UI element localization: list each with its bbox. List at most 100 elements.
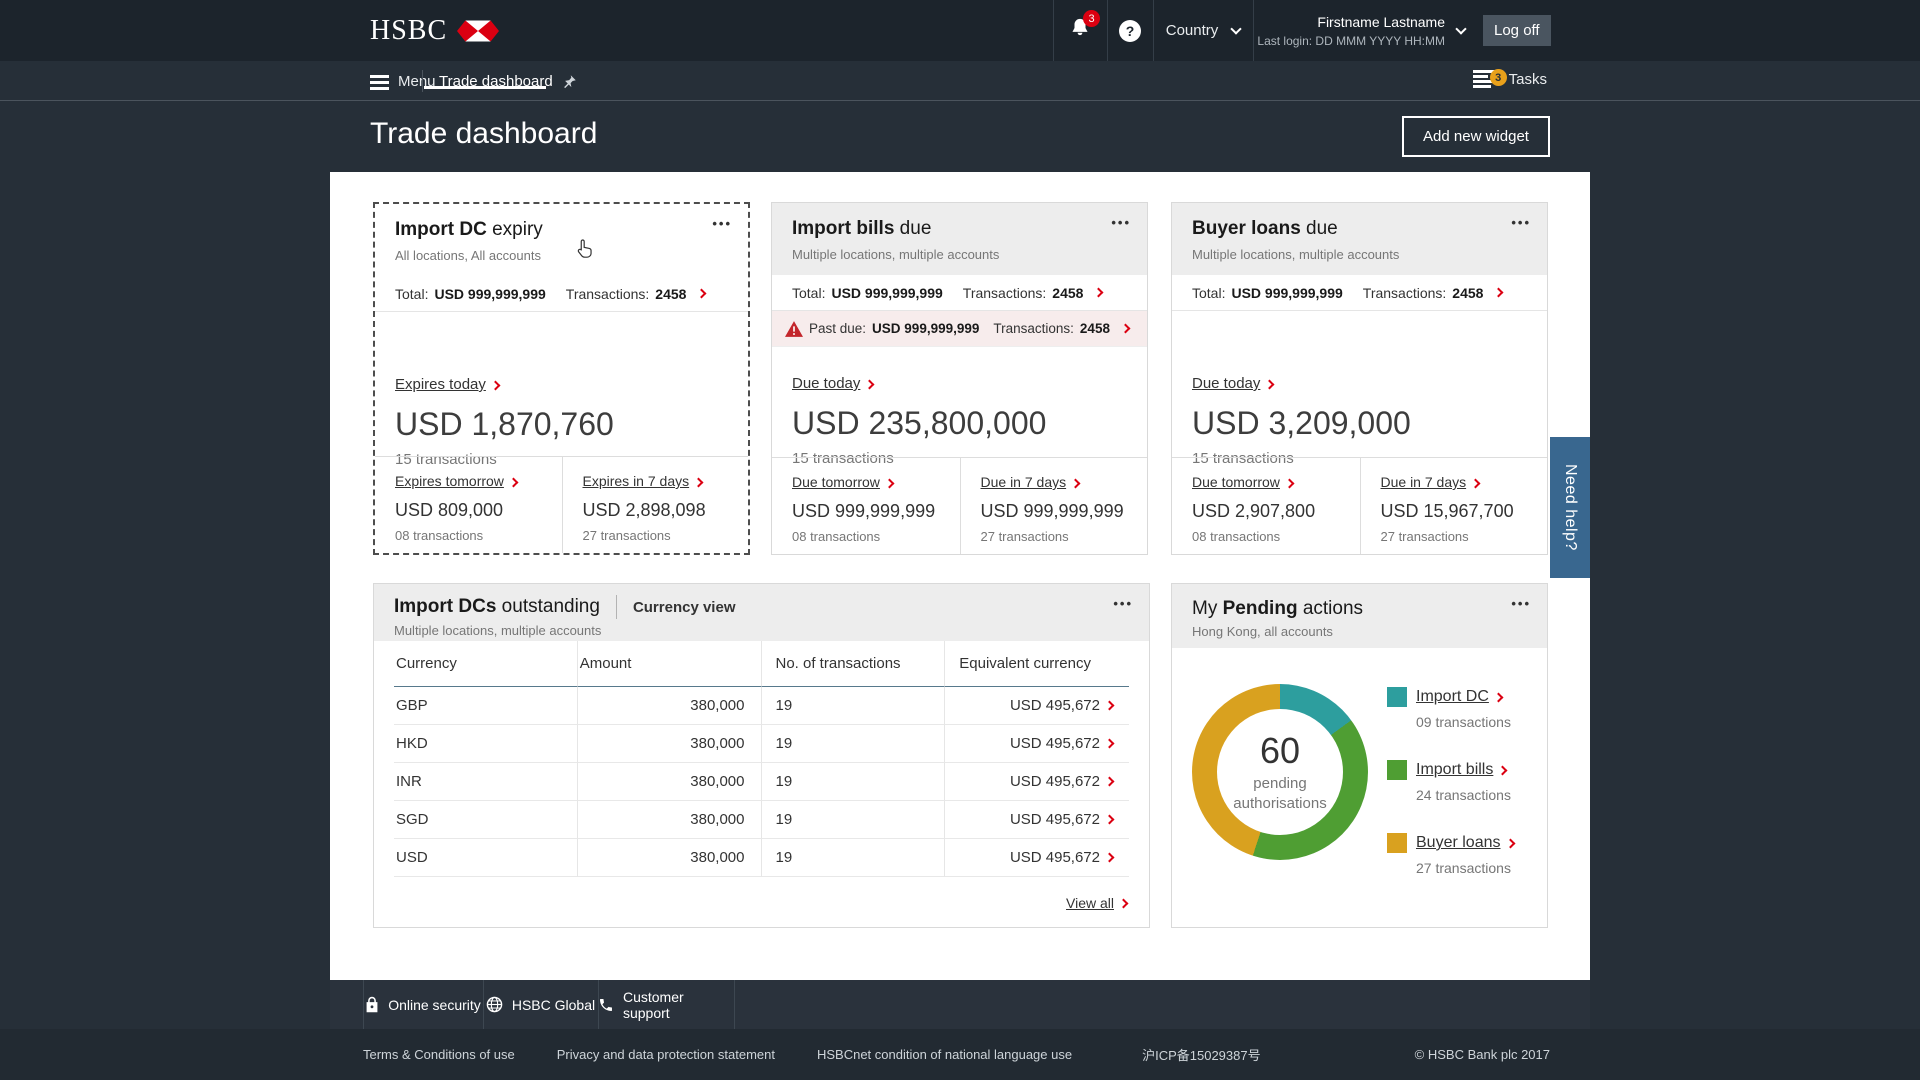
expires-tomorrow-link[interactable]: Expires tomorrow — [395, 473, 504, 489]
due-in-7-days-link[interactable]: Due in 7 days — [981, 474, 1067, 490]
buyer-loans-link[interactable]: Buyer loans — [1416, 834, 1501, 852]
legend-transactions: 24 transactions — [1387, 787, 1514, 803]
add-new-widget-button[interactable]: Add new widget — [1402, 116, 1550, 157]
total-row[interactable]: Total:USD 999,999,999 Transactions:2458 — [772, 275, 1147, 311]
hsbc-global-link[interactable]: HSBC Global — [483, 980, 598, 1029]
pending-legend: Import DC 09 transactions Import bills 2… — [1387, 687, 1514, 906]
active-tab-underline — [424, 86, 546, 89]
widget-header: My Pending actions Hong Kong, all accoun… — [1172, 584, 1547, 648]
import-bills-link[interactable]: Import bills — [1416, 761, 1493, 779]
chevron-right-icon — [1265, 380, 1275, 390]
currency-cell: INR — [394, 763, 578, 801]
table-row[interactable]: INR 380,000 19 USD 495,672 — [394, 763, 1129, 801]
chevron-right-icon — [1105, 739, 1115, 749]
widget-menu-icon[interactable]: ••• — [712, 216, 732, 231]
chevron-right-icon — [1494, 288, 1504, 298]
widget-bottom: Due tomorrow USD 999,999,999 08 transact… — [772, 457, 1147, 554]
tasks-badge: 3 — [1490, 69, 1507, 86]
phone-icon — [598, 997, 614, 1013]
import-dc-link[interactable]: Import DC — [1416, 688, 1489, 706]
legend-item: Import bills 24 transactions — [1387, 760, 1514, 803]
column-header: No. of transactions — [762, 641, 946, 687]
tasks-label: Tasks — [1509, 71, 1547, 88]
widget-import-bills-due[interactable]: Import bills due Multiple locations, mul… — [771, 202, 1148, 555]
terms-link[interactable]: Terms & Conditions of use — [363, 1047, 515, 1062]
tasks-button[interactable]: 3 Tasks — [1473, 69, 1547, 89]
notifications-button[interactable]: 3 — [1053, 0, 1107, 61]
equivalent-cell: USD 495,672 — [945, 687, 1129, 725]
table-row[interactable]: GBP 380,000 19 USD 495,672 — [394, 687, 1129, 725]
chevron-right-icon — [1094, 288, 1104, 298]
chevron-right-icon — [1119, 898, 1129, 908]
hamburger-icon[interactable] — [370, 75, 389, 93]
expires-in-7-days-link[interactable]: Expires in 7 days — [583, 473, 690, 489]
widget-my-pending-actions: My Pending actions Hong Kong, all accoun… — [1171, 583, 1548, 928]
bottom-col: Due in 7 days USD 15,967,700 27 transact… — [1360, 458, 1548, 554]
language-condition-link[interactable]: HSBCnet condition of national language u… — [817, 1047, 1072, 1062]
log-off-button[interactable]: Log off — [1483, 15, 1551, 46]
widget-menu-icon[interactable]: ••• — [1111, 215, 1131, 230]
due-in-7-days-link[interactable]: Due in 7 days — [1381, 474, 1467, 490]
customer-support-link[interactable]: Customer support — [598, 980, 734, 1029]
col-transactions: 08 transactions — [792, 529, 960, 544]
col-amount: USD 2,907,800 — [1192, 501, 1360, 522]
widget-menu-icon[interactable]: ••• — [1511, 596, 1531, 611]
equivalent-cell: USD 495,672 — [945, 801, 1129, 839]
widget-bottom: Due tomorrow USD 2,907,800 08 transactio… — [1172, 457, 1547, 554]
currency-cell: SGD — [394, 801, 578, 839]
widget-bottom: Expires tomorrow USD 809,000 08 transact… — [375, 456, 748, 553]
chevron-right-icon — [1105, 777, 1115, 787]
table-row[interactable]: SGD 380,000 19 USD 495,672 — [394, 801, 1129, 839]
col-amount: USD 15,967,700 — [1381, 501, 1548, 522]
online-security-link[interactable]: Online security — [363, 980, 483, 1029]
menubar-divider — [422, 70, 423, 92]
privacy-link[interactable]: Privacy and data protection statement — [557, 1047, 775, 1062]
chevron-right-icon — [1505, 838, 1515, 848]
widget-subtitle: All locations, All accounts — [395, 248, 728, 263]
table-header-row: Currency Amount No. of transactions Equi… — [394, 641, 1129, 687]
table-row[interactable]: USD 380,000 19 USD 495,672 — [394, 839, 1129, 877]
widget-buyer-loans-due[interactable]: Buyer loans due Multiple locations, mult… — [1171, 202, 1548, 555]
widget-menu-icon[interactable]: ••• — [1511, 215, 1531, 230]
icp-license-link[interactable]: 沪ICP备15029387号 — [1142, 1045, 1261, 1064]
expires-today-link[interactable]: Expires today — [395, 376, 486, 393]
widget-title: Import DCs outstanding — [394, 596, 600, 618]
widget-title: Import DC expiry — [395, 219, 728, 241]
topbar-divider — [1253, 0, 1254, 61]
view-all-link[interactable]: View all — [1066, 895, 1114, 911]
widget-header: Import bills due Multiple locations, mul… — [772, 203, 1147, 275]
chevron-right-icon — [1284, 479, 1294, 489]
legend-item: Buyer loans 27 transactions — [1387, 833, 1514, 876]
hsbc-logo[interactable]: HSBC — [370, 0, 499, 61]
main-amount: USD 3,209,000 — [1192, 405, 1527, 442]
tasks-icon: 3 — [1473, 69, 1499, 89]
amount-cell: 380,000 — [578, 725, 762, 763]
main-amount: USD 1,870,760 — [395, 406, 728, 443]
due-today-link[interactable]: Due today — [1192, 375, 1260, 392]
widget-menu-icon[interactable]: ••• — [1113, 596, 1133, 611]
past-due-row[interactable]: Past due:USD 999,999,999 Transactions:24… — [772, 311, 1147, 347]
widget-import-dc-expiry[interactable]: Import DC expiry All locations, All acco… — [373, 202, 750, 555]
country-selector[interactable]: Country — [1153, 0, 1253, 61]
chevron-right-icon — [490, 381, 500, 391]
due-tomorrow-link[interactable]: Due tomorrow — [1192, 474, 1280, 490]
due-tomorrow-link[interactable]: Due tomorrow — [792, 474, 880, 490]
currency-view-label[interactable]: Currency view — [633, 599, 736, 616]
need-help-tab[interactable]: Need help? — [1550, 437, 1590, 578]
widget-subtitle: Multiple locations, multiple accounts — [1192, 247, 1527, 262]
chevron-right-icon — [1121, 324, 1131, 334]
due-today-link[interactable]: Due today — [792, 375, 860, 392]
legend-item: Import DC 09 transactions — [1387, 687, 1514, 730]
chevron-right-icon — [1498, 765, 1508, 775]
help-button[interactable]: ? — [1107, 0, 1153, 61]
hsbc-trade-dashboard-screen: HSBC 3 ? Country — [0, 0, 1920, 1080]
pending-donut-center: 60 pending authorisations — [1217, 709, 1343, 835]
total-row[interactable]: Total:USD 999,999,999 Transactions:2458 — [375, 276, 748, 312]
user-menu[interactable]: Firstname Lastname Last login: DD MMM YY… — [1257, 0, 1465, 61]
pin-icon — [562, 74, 577, 89]
column-header: Currency — [394, 641, 578, 687]
total-row[interactable]: Total:USD 999,999,999 Transactions:2458 — [1172, 275, 1547, 311]
table-row[interactable]: HKD 380,000 19 USD 495,672 — [394, 725, 1129, 763]
currency-cell: GBP — [394, 687, 578, 725]
widget-header: Import DCs outstanding Currency view Mul… — [374, 584, 1149, 641]
